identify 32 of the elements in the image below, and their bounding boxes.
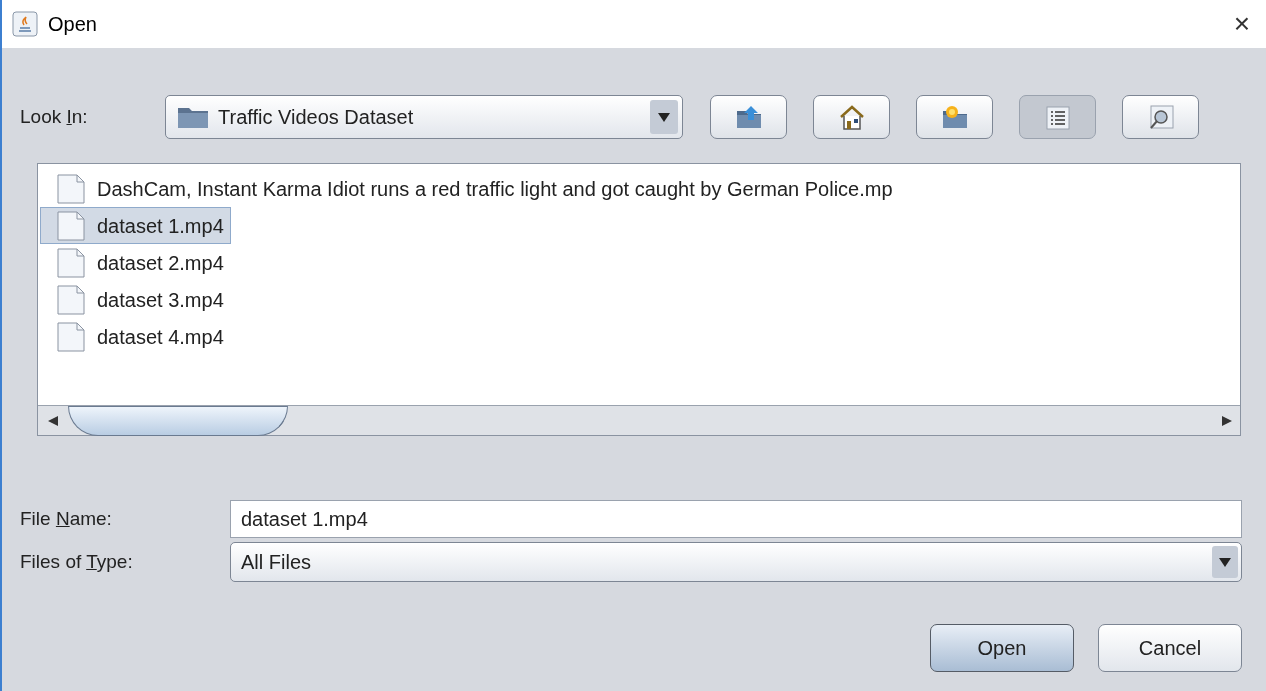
file-icon — [55, 283, 87, 316]
toolbar-button[interactable] — [813, 95, 890, 139]
toolbar-button[interactable] — [710, 95, 787, 139]
file-name-label: File Name: — [20, 506, 113, 531]
file-icon — [55, 320, 87, 353]
look-in-dropdown[interactable]: Traffic Videos Dataset — [165, 95, 683, 139]
file-name-field[interactable]: dataset 1.mp4 — [230, 500, 1242, 538]
toolbar-button[interactable] — [1122, 95, 1199, 139]
file-item[interactable]: DashCam, Instant Karma Idiot runs a red traffic light and got caught by German Police.mp — [40, 170, 900, 207]
file-item[interactable]: dataset 2.mp4 — [40, 244, 231, 281]
caret-down-icon — [650, 100, 678, 134]
file-item[interactable]: dataset 1.mp4 — [40, 207, 231, 244]
horizontal-scrollbar[interactable] — [38, 405, 1240, 435]
window-title: Open — [48, 12, 97, 37]
file-icon — [55, 246, 87, 279]
java-cup-icon — [12, 11, 38, 37]
look-in-value: Traffic Videos Dataset — [218, 105, 415, 130]
toolbar-button[interactable] — [1019, 95, 1096, 139]
look-in-label: Look In: — [20, 104, 89, 129]
toolbar-button[interactable] — [916, 95, 993, 139]
file-icon — [55, 209, 87, 242]
file-type-value: All Files — [241, 550, 312, 575]
file-type-label: Files of Type: — [20, 549, 134, 574]
file-item[interactable]: dataset 4.mp4 — [40, 318, 231, 355]
cancel-button[interactable]: Cancel — [1098, 624, 1242, 672]
caret-down-icon — [1212, 546, 1238, 578]
file-type-dropdown[interactable]: All Files — [230, 542, 1242, 582]
file-list[interactable]: DashCam, Instant Karma Idiot runs a red traffic light and got caught by German Police.mp dataset 1.mp4 dataset 2.mp4 dataset 3.mp4 dataset 4.mp4 — [37, 163, 1241, 436]
close-button[interactable]: × — [1227, 10, 1256, 38]
open-button[interactable]: Open — [930, 624, 1074, 672]
file-icon — [55, 172, 87, 205]
file-item[interactable]: dataset 3.mp4 — [40, 281, 231, 318]
